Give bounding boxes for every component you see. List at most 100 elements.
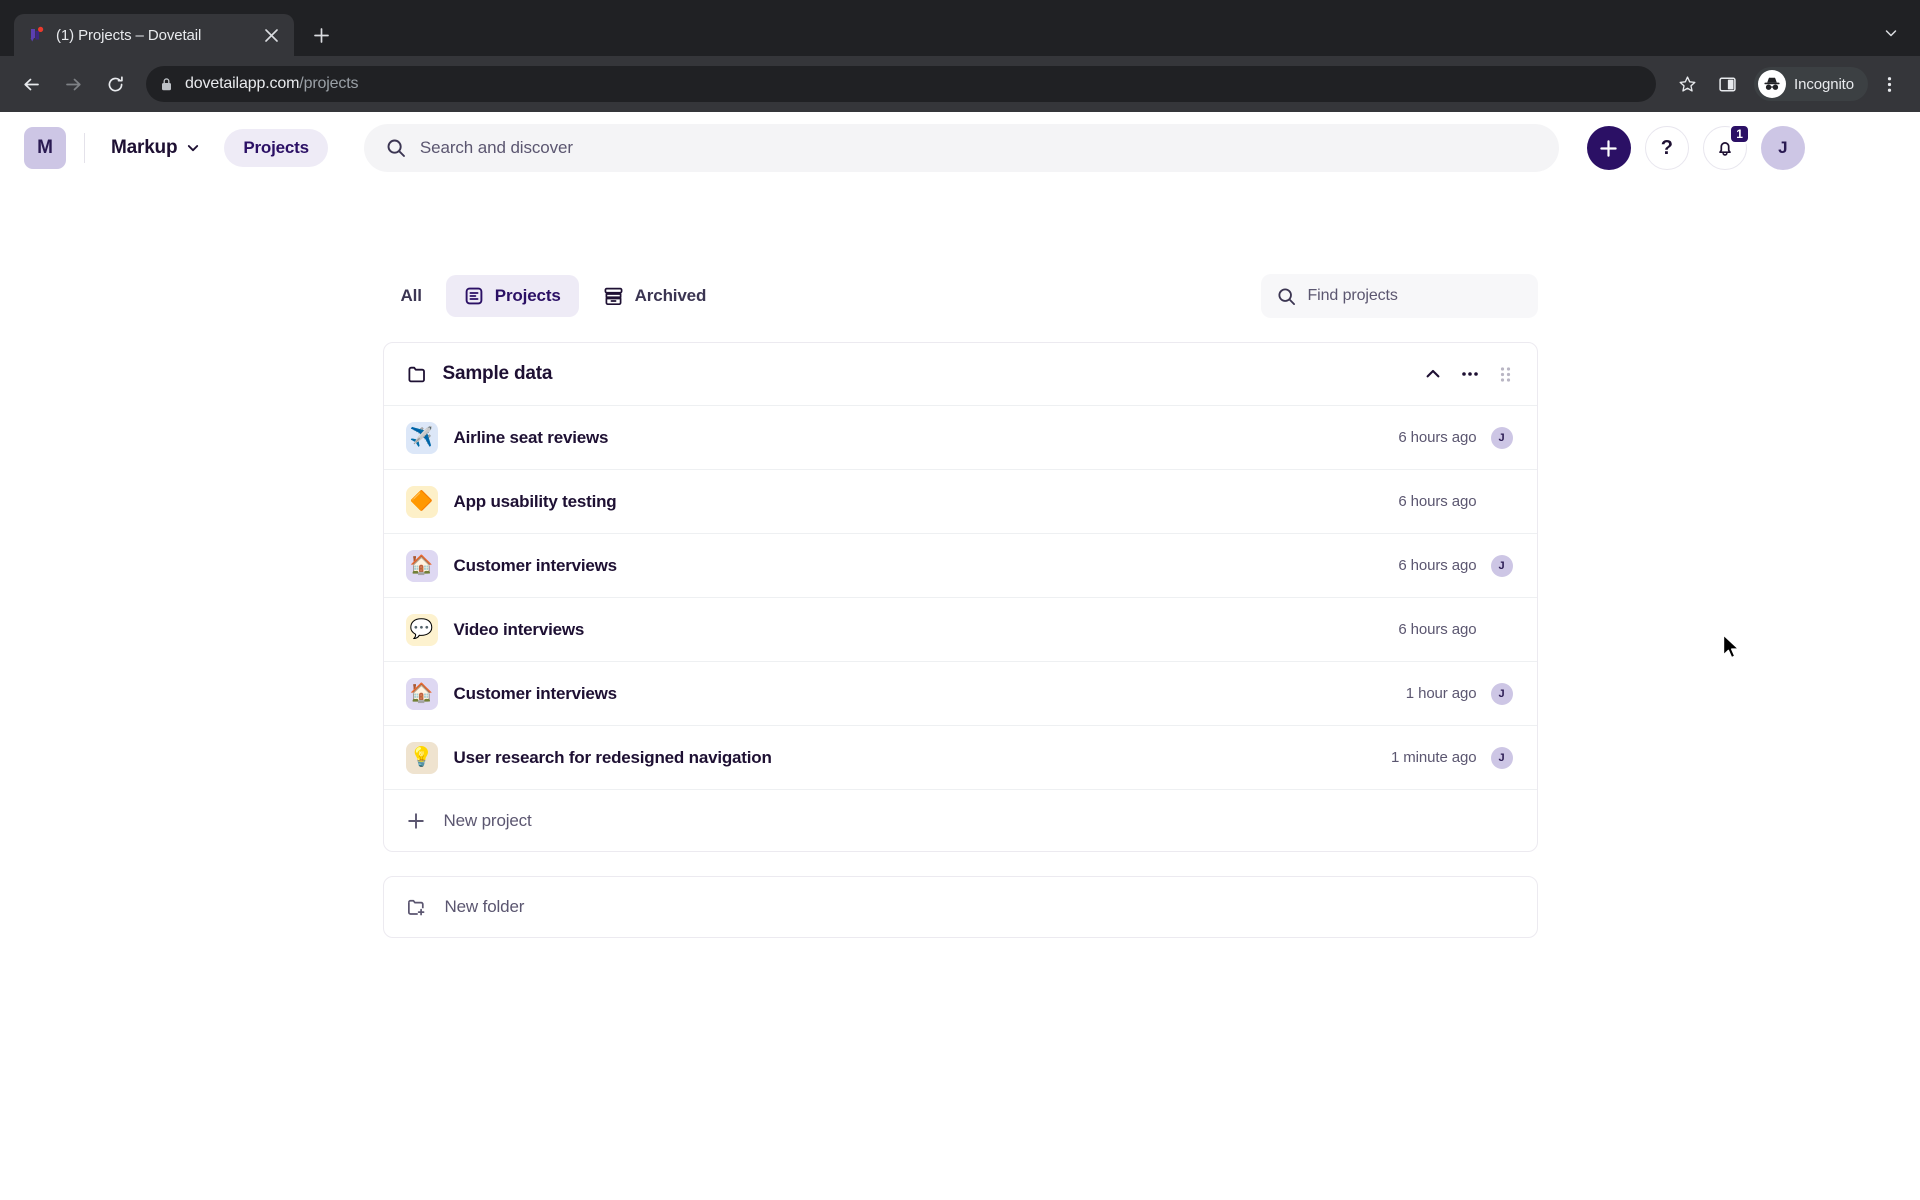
mouse-pointer-icon (1722, 634, 1742, 666)
toolbar-right-controls: Incognito (1668, 65, 1908, 103)
new-project-label: New project (444, 811, 532, 831)
project-row[interactable]: 🏠 Customer interviews 1 hour ago J (384, 661, 1537, 725)
project-emoji-icon: 🏠 (406, 550, 438, 582)
search-icon (386, 138, 406, 158)
project-emoji-icon: 🏠 (406, 678, 438, 710)
forward-button[interactable] (54, 65, 92, 103)
address-bar[interactable]: dovetailapp.com/projects (146, 66, 1656, 102)
project-row-meta: 6 hours ago J (1398, 427, 1512, 449)
folder-header[interactable]: Sample data (384, 343, 1537, 405)
address-bar-url: dovetailapp.com/projects (185, 75, 358, 93)
view-tabs: All Projects (383, 275, 725, 317)
dovetail-logo-icon (28, 26, 46, 44)
project-timestamp: 1 minute ago (1391, 749, 1477, 766)
chevron-up-icon[interactable] (1424, 365, 1442, 383)
three-dot-vertical-icon[interactable] (1870, 65, 1908, 103)
project-name: Customer interviews (454, 684, 617, 704)
project-row[interactable]: 💡 User research for redesigned navigation… (384, 725, 1537, 789)
project-row-meta: 1 minute ago J (1391, 747, 1513, 769)
plus-icon (406, 811, 426, 831)
browser-tabstrip: (1) Projects – Dovetail (0, 0, 1920, 56)
three-dot-horizontal-icon[interactable] (1460, 364, 1480, 384)
close-icon[interactable] (260, 24, 282, 46)
url-path: /projects (299, 75, 358, 92)
reload-button[interactable] (96, 65, 134, 103)
lock-icon (160, 77, 173, 92)
project-row[interactable]: ✈️Airline seat reviews6 hours agoJ (384, 405, 1537, 469)
profile-chip[interactable]: Incognito (1754, 67, 1868, 101)
project-owner-avatar[interactable]: J (1491, 747, 1513, 769)
notifications-button[interactable]: 1 (1703, 126, 1747, 170)
project-owner-avatar[interactable]: J (1491, 555, 1513, 577)
create-button[interactable] (1587, 126, 1631, 170)
new-folder-row[interactable]: New folder (383, 876, 1538, 938)
project-row[interactable]: 🔶App usability testing6 hours ago (384, 469, 1537, 533)
projects-toolbar: All Projects (383, 274, 1538, 318)
chevron-down-icon (186, 141, 200, 155)
nav-projects-pill[interactable]: Projects (224, 129, 328, 167)
drag-grid-icon[interactable] (1498, 365, 1513, 384)
project-timestamp: 6 hours ago (1398, 557, 1476, 574)
browser-window: (1) Projects – Dovetail (0, 0, 1920, 1200)
tab-archived-label: Archived (635, 286, 707, 306)
workspace-switcher[interactable]: Markup (101, 130, 210, 166)
page-viewport: M Markup Projects Search and discover (0, 112, 1920, 1200)
browser-toolbar: dovetailapp.com/projects (0, 56, 1920, 112)
project-name: Customer interviews (454, 556, 617, 576)
document-list-icon (464, 286, 484, 306)
incognito-icon (1758, 70, 1786, 98)
back-button[interactable] (12, 65, 50, 103)
project-row[interactable]: 💬Video interviews6 hours ago (384, 597, 1537, 661)
project-timestamp: 6 hours ago (1398, 493, 1476, 510)
user-avatar[interactable]: J (1761, 126, 1805, 170)
question-mark-icon: ? (1661, 138, 1673, 158)
project-owner-avatar[interactable]: J (1491, 427, 1513, 449)
profile-label: Incognito (1794, 76, 1854, 93)
side-panel-icon[interactable] (1708, 65, 1746, 103)
project-row-meta: 1 hour ago J (1406, 683, 1513, 705)
help-button[interactable]: ? (1645, 126, 1689, 170)
find-projects-placeholder: Find projects (1308, 287, 1398, 305)
project-name: User research for redesigned navigation (454, 748, 772, 768)
project-row-meta: 6 hours ago J (1398, 555, 1512, 577)
project-owner-avatar[interactable]: J (1491, 683, 1513, 705)
browser-tab[interactable]: (1) Projects – Dovetail (14, 14, 294, 56)
archive-icon (603, 286, 624, 307)
header-actions: ? 1 J (1587, 126, 1805, 170)
notifications-badge: 1 (1729, 124, 1750, 144)
global-search-input[interactable]: Search and discover (364, 124, 1559, 172)
new-tab-button[interactable] (304, 18, 338, 52)
app-header: M Markup Projects Search and discover (0, 112, 1920, 184)
project-row-meta: 6 hours ago (1398, 491, 1512, 513)
project-timestamp: 1 hour ago (1406, 685, 1477, 702)
new-project-row[interactable]: New project (384, 789, 1537, 851)
folder-card: Sample data (383, 342, 1538, 852)
project-name: App usability testing (454, 492, 617, 512)
star-icon[interactable] (1668, 65, 1706, 103)
folder-title: Sample data (443, 363, 553, 385)
chevron-down-icon[interactable] (1876, 18, 1906, 48)
project-list: ✈️Airline seat reviews6 hours agoJ🔶App u… (384, 405, 1537, 789)
project-timestamp: 6 hours ago (1398, 429, 1476, 446)
global-search-placeholder: Search and discover (420, 138, 573, 158)
workspace-avatar[interactable]: M (24, 127, 66, 169)
project-emoji-icon: 💡 (406, 742, 438, 774)
search-icon (1277, 287, 1296, 306)
header-divider (84, 133, 85, 163)
workspace-name-label: Markup (111, 137, 177, 159)
project-emoji-icon: ✈️ (406, 422, 438, 454)
project-row[interactable]: 🏠 Customer interviews 6 hours ago J (384, 533, 1537, 597)
url-domain: dovetailapp.com (185, 75, 299, 92)
folder-icon (406, 364, 427, 385)
tab-projects[interactable]: Projects (446, 275, 579, 317)
tabstrip-right-controls (1876, 18, 1906, 48)
project-name: Video interviews (454, 620, 585, 640)
tab-all[interactable]: All (383, 275, 440, 317)
folder-header-actions (1424, 364, 1513, 384)
tab-all-label: All (401, 286, 422, 306)
find-projects-input[interactable]: Find projects (1261, 274, 1538, 318)
tab-projects-label: Projects (495, 286, 561, 306)
project-row-meta: 6 hours ago (1398, 619, 1512, 641)
project-timestamp: 6 hours ago (1398, 621, 1476, 638)
tab-archived[interactable]: Archived (585, 275, 725, 317)
